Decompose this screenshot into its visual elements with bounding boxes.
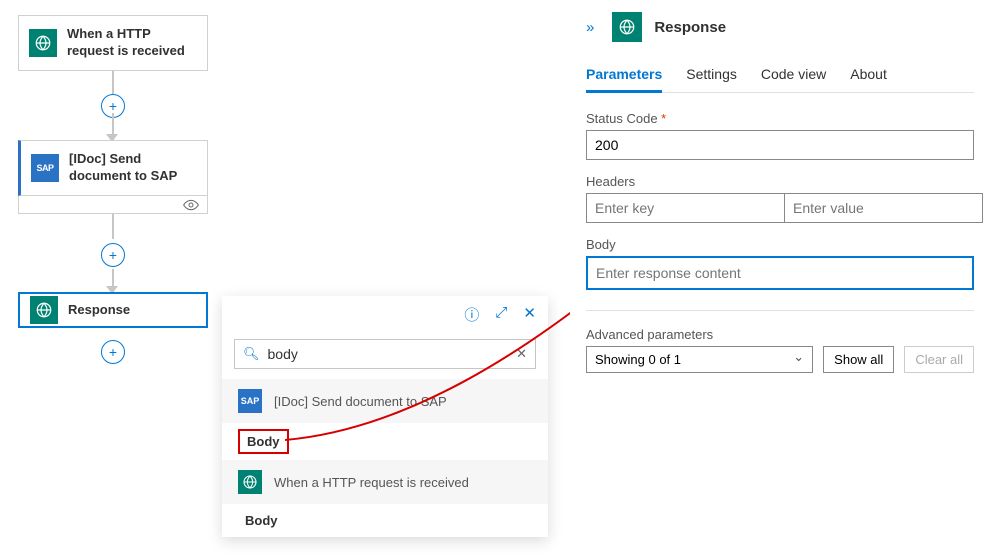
globe-icon: [612, 12, 642, 42]
body-label: Body: [586, 237, 974, 252]
divider: [586, 310, 974, 311]
headers-label: Headers: [586, 174, 974, 189]
sap-icon: SAP: [31, 154, 59, 182]
globe-icon: [30, 296, 58, 324]
globe-icon: [29, 29, 57, 57]
info-icon[interactable]: ⓘ: [464, 304, 479, 325]
advanced-params-select[interactable]: Showing 0 of 1: [586, 346, 813, 373]
tab-code-view[interactable]: Code view: [761, 60, 826, 92]
add-step-button[interactable]: +: [101, 340, 125, 364]
dynamic-content-body-sap[interactable]: Body: [222, 423, 548, 460]
tab-settings[interactable]: Settings: [686, 60, 737, 92]
node-http-label: When a HTTP request is received: [67, 26, 197, 60]
node-response[interactable]: Response: [18, 292, 208, 328]
status-code-input[interactable]: [586, 130, 974, 160]
panel-title: Response: [654, 19, 726, 36]
config-panel: » Response Parameters Settings Code view…: [570, 0, 990, 560]
dynamic-content-body-http[interactable]: Body: [222, 504, 548, 537]
popup-section-sap-label: [IDoc] Send document to SAP: [274, 394, 447, 409]
header-key-input[interactable]: [586, 193, 785, 223]
search-icon: 🔍︎: [243, 346, 260, 362]
tab-parameters[interactable]: Parameters: [586, 60, 662, 93]
collapse-panel-icon[interactable]: »: [586, 19, 594, 36]
node-sap-footer: [18, 196, 208, 214]
popup-section-http-label: When a HTTP request is received: [274, 475, 469, 490]
node-sap-label: [IDoc] Send document to SAP: [69, 151, 197, 185]
body-input[interactable]: [586, 256, 974, 290]
tab-about[interactable]: About: [850, 60, 887, 92]
show-all-button[interactable]: Show all: [823, 346, 894, 373]
globe-icon: [238, 470, 262, 494]
status-code-label: Status Code *: [586, 111, 974, 126]
add-step-button[interactable]: +: [101, 243, 125, 267]
advanced-params-label: Advanced parameters: [586, 327, 974, 342]
node-sap-action[interactable]: SAP [IDoc] Send document to SAP: [18, 140, 208, 196]
expand-icon[interactable]: ⤢: [495, 304, 507, 325]
popup-search[interactable]: 🔍︎ ✕: [234, 339, 536, 369]
node-response-label: Response: [68, 302, 130, 319]
connector-line: [112, 214, 114, 239]
clear-all-button[interactable]: Clear all: [904, 346, 974, 373]
close-icon[interactable]: ✕: [523, 304, 536, 325]
sap-icon: SAP: [238, 389, 262, 413]
node-http-trigger[interactable]: When a HTTP request is received: [18, 15, 208, 71]
dynamic-content-popup: ⓘ ⤢ ✕ 🔍︎ ✕ SAP [IDoc] Send document to S…: [222, 296, 548, 537]
popup-section-http[interactable]: When a HTTP request is received: [222, 460, 548, 504]
panel-tabs: Parameters Settings Code view About: [586, 60, 974, 93]
popup-header: ⓘ ⤢ ✕: [222, 296, 548, 333]
clear-search-icon[interactable]: ✕: [516, 346, 527, 362]
popup-section-sap[interactable]: SAP [IDoc] Send document to SAP: [222, 379, 548, 423]
header-value-input[interactable]: [785, 193, 983, 223]
visibility-icon: [183, 199, 199, 211]
search-input[interactable]: [268, 346, 509, 362]
